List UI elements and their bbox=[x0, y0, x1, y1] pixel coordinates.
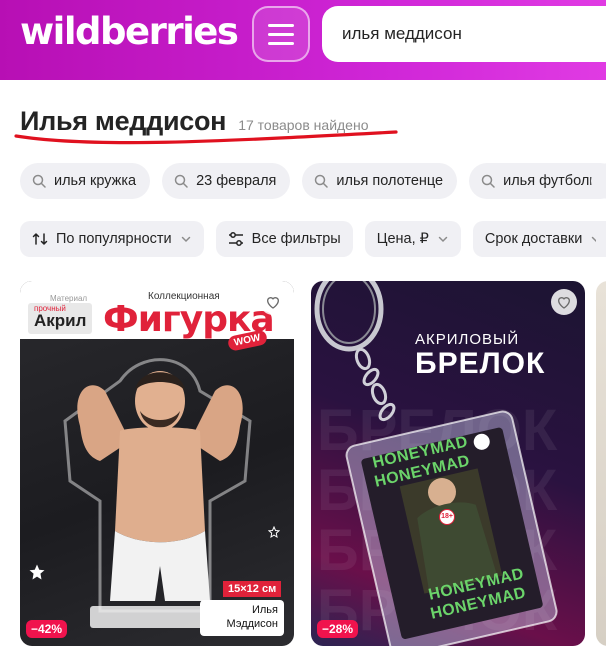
figure-name-plate: Илья Мэддисон bbox=[200, 600, 284, 636]
delivery-dropdown[interactable]: Срок доставки bbox=[472, 221, 606, 257]
suggestion-label: илья полотенце bbox=[336, 173, 444, 189]
discount-badge: −42% bbox=[26, 620, 68, 638]
menu-button[interactable] bbox=[252, 6, 310, 62]
discount-badge: −28% bbox=[317, 620, 359, 638]
wildberries-logo[interactable]: wildberries bbox=[20, 10, 239, 53]
header: wildberries bbox=[0, 0, 606, 80]
suggestion-chip[interactable]: илья футболка bbox=[469, 163, 606, 199]
sort-label: По популярности bbox=[56, 231, 172, 247]
search-icon bbox=[481, 174, 495, 188]
all-filters-button[interactable]: Все фильтры bbox=[215, 221, 353, 257]
favorite-button[interactable] bbox=[551, 289, 577, 315]
search-icon bbox=[174, 174, 188, 188]
material-label: Материал bbox=[50, 294, 88, 303]
product-card[interactable]: БРЕЛОК БРЕЛОК БРЕЛОК БРЕЛОК АКРИЛОВЫЙ БР… bbox=[311, 281, 585, 646]
suggestion-chip[interactable]: 23 февраля bbox=[162, 163, 291, 199]
sort-dropdown[interactable]: По популярности bbox=[20, 221, 204, 257]
akril-label: Акрил bbox=[34, 311, 87, 330]
search-suggestions: илья кружка 23 февраля илья полотенце ил… bbox=[20, 163, 606, 199]
age-badge: 18+ bbox=[439, 509, 455, 525]
delivery-label: Срок доставки bbox=[484, 231, 583, 247]
suggestion-chip[interactable]: илья кружка bbox=[20, 163, 151, 199]
price-label: Цена, ₽ bbox=[376, 231, 429, 247]
filter-partial[interactable] bbox=[596, 221, 606, 257]
sliders-icon bbox=[228, 232, 243, 246]
search-icon bbox=[315, 174, 329, 188]
name-line: Илья bbox=[251, 604, 278, 616]
product-card-partial[interactable] bbox=[596, 281, 606, 646]
product-card[interactable]: Материал прочный Акрил Коллекционная Фиг… bbox=[20, 281, 294, 646]
heart-icon bbox=[557, 297, 571, 309]
suggestion-label: 23 февраля bbox=[196, 173, 277, 189]
sort-arrows-icon bbox=[32, 233, 48, 245]
search-input[interactable] bbox=[322, 6, 606, 62]
red-underline-annotation bbox=[14, 130, 398, 145]
heart-icon bbox=[266, 297, 280, 309]
hamburger-icon bbox=[268, 23, 294, 27]
search-icon bbox=[32, 174, 46, 188]
suggestion-label: илья кружка bbox=[54, 173, 137, 189]
star-icon bbox=[268, 526, 280, 538]
favorite-button[interactable] bbox=[260, 289, 286, 315]
search-box[interactable] bbox=[322, 6, 606, 62]
star-icon bbox=[29, 564, 45, 580]
material-tag: прочный Акрил bbox=[28, 303, 93, 334]
name-line: Мэддисон bbox=[226, 618, 278, 630]
all-filters-label: Все фильтры bbox=[251, 231, 341, 247]
size-label: 15×12 см bbox=[223, 581, 282, 597]
price-dropdown[interactable]: Цена, ₽ bbox=[364, 221, 461, 257]
suggestion-label: илья футболка bbox=[503, 173, 605, 189]
suggestion-chip[interactable]: илья полотенце bbox=[302, 163, 458, 199]
chevron-down-icon bbox=[438, 236, 448, 243]
filter-bar: По популярности Все фильтры Цена, ₽ Срок… bbox=[20, 221, 606, 257]
chevron-down-icon bbox=[181, 236, 190, 243]
